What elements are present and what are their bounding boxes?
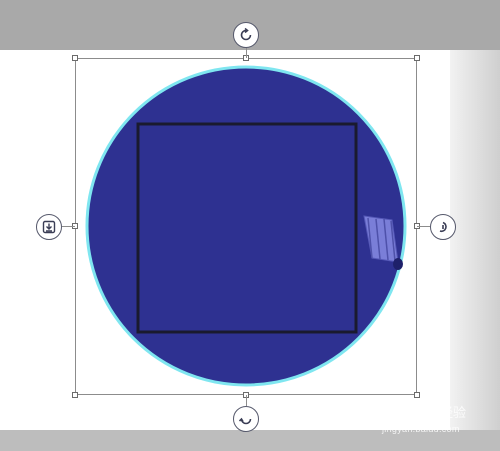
resize-handle-top-left[interactable]: [72, 55, 78, 61]
rotate-left-button[interactable]: [430, 214, 456, 240]
selection-frame[interactable]: [75, 58, 417, 395]
resize-handle-top-right[interactable]: [414, 55, 420, 61]
watermark-url: jingyan.baidu.com: [382, 424, 460, 434]
flip-button[interactable]: [233, 406, 259, 432]
watermark-suffix: 经验: [440, 405, 467, 420]
connector-line: [417, 226, 430, 227]
watermark: Bai 经验 jingyan.baidu.com: [382, 398, 494, 438]
resize-handle-bottom-left[interactable]: [72, 392, 78, 398]
undo-rotate-icon: [439, 221, 447, 233]
rotate-button[interactable]: [233, 22, 259, 48]
rotate-icon: [240, 27, 252, 41]
connector-line: [246, 47, 247, 58]
connector-line: [246, 395, 247, 406]
flip-rotate-icon: [238, 417, 252, 425]
download-button[interactable]: [36, 214, 62, 240]
download-icon: [42, 220, 56, 234]
connector-line: [62, 226, 75, 227]
watermark-logo: Bai: [382, 398, 417, 423]
